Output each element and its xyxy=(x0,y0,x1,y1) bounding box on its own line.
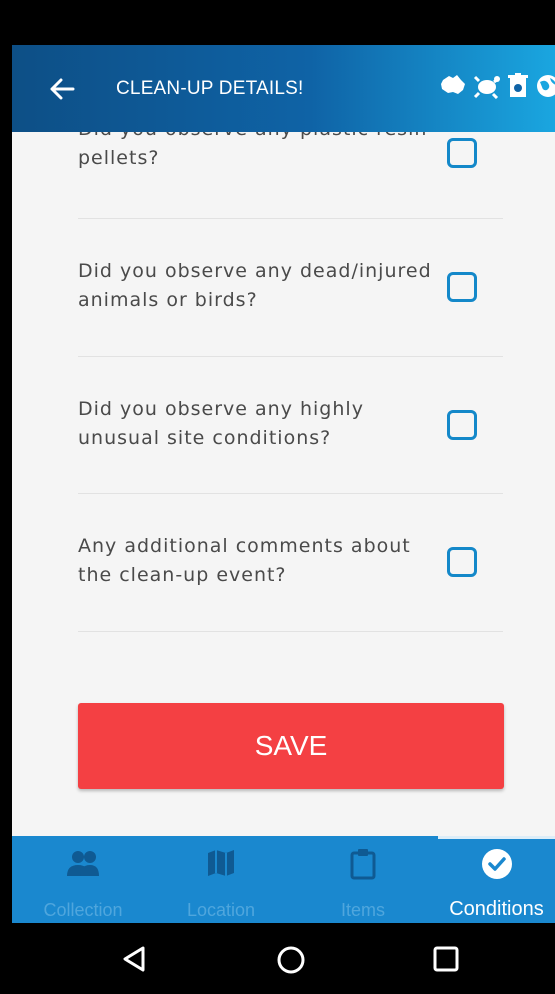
bin-icon xyxy=(508,73,528,97)
system-navigation-bar xyxy=(12,923,555,994)
map-icon xyxy=(208,850,234,876)
tab-collection[interactable]: Collection xyxy=(12,836,154,923)
tab-label: Conditions xyxy=(449,898,544,920)
question-unusual-conditions: Did you observe any highly unusual site … xyxy=(78,357,503,494)
clipboard-icon xyxy=(350,849,376,880)
page-title: CLEAN-UP DETAILS! xyxy=(116,77,304,99)
question-resin-pellets: Did you observe any plastic resin pellet… xyxy=(78,132,503,219)
active-tab-indicator xyxy=(438,836,555,839)
arrow-left-icon xyxy=(50,78,75,99)
australia-icon xyxy=(441,75,465,94)
question-label: Did you observe any plastic resin pellet… xyxy=(78,132,426,169)
checkbox-additional-comments[interactable] xyxy=(447,547,477,577)
tab-label: Collection xyxy=(43,900,123,920)
question-label: Did you observe any highly unusual site … xyxy=(78,398,364,449)
question-additional-comments: Any additional comments about the clean-… xyxy=(78,494,503,632)
people-icon xyxy=(67,851,99,876)
checkbox-dead-animals[interactable] xyxy=(447,272,477,302)
question-label: Any additional comments about the clean-… xyxy=(78,535,411,586)
tab-conditions[interactable]: Conditions xyxy=(438,836,555,923)
recents-square-icon[interactable] xyxy=(432,945,460,973)
back-button[interactable] xyxy=(32,59,92,119)
status-bar xyxy=(12,0,555,45)
checkbox-unusual-conditions[interactable] xyxy=(447,410,477,440)
app-bar: CLEAN-UP DETAILS! xyxy=(12,45,555,132)
globe-icon xyxy=(537,75,555,97)
check-circle-icon xyxy=(481,849,512,879)
tab-label: Items xyxy=(340,900,385,920)
question-dead-animals: Did you observe any dead/injured animals… xyxy=(78,219,503,357)
bottom-nav: Collection Location Items Conditions xyxy=(12,836,555,923)
tab-items[interactable]: Items xyxy=(288,836,438,923)
turtle-icon xyxy=(473,75,500,99)
brand-icons xyxy=(439,73,555,99)
tab-location[interactable]: Location xyxy=(154,836,288,923)
back-triangle-icon[interactable] xyxy=(121,945,147,973)
question-label: Did you observe any dead/injured animals… xyxy=(78,260,432,311)
save-button[interactable]: SAVE xyxy=(78,703,504,789)
home-circle-icon[interactable] xyxy=(276,945,306,975)
checkbox-resin-pellets[interactable] xyxy=(447,138,477,168)
tab-label: Location xyxy=(186,900,256,920)
conditions-form: Did you observe any plastic resin pellet… xyxy=(12,132,555,836)
